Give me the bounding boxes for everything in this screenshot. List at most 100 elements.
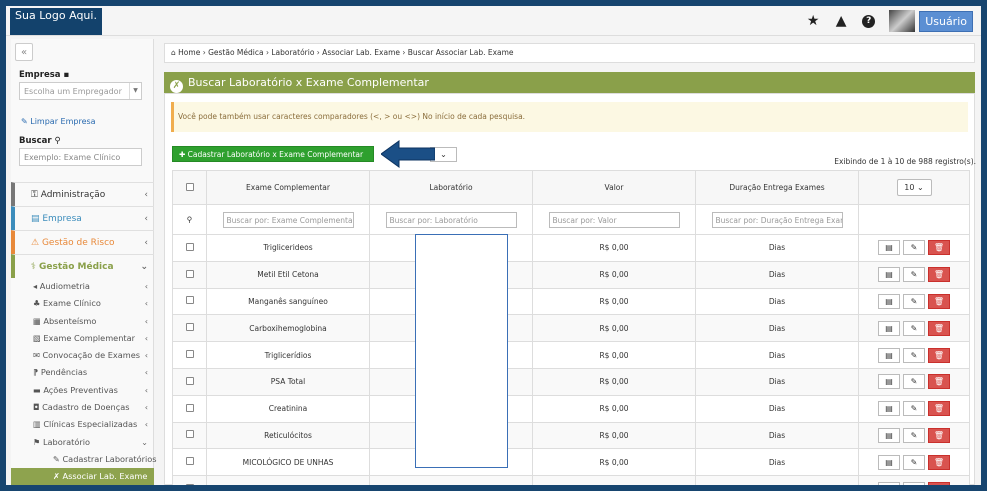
row-checkbox[interactable] [185, 350, 194, 359]
table-row: Cultura para fungosCENTRO CLINICOR$ 0,00… [172, 475, 970, 485]
cell-lab: CENTRO CLINICO [369, 475, 533, 485]
submenu-cadastro-doencas[interactable]: ◘ Cadastro de Doenças ‹ [11, 399, 154, 416]
delete-icon[interactable]: 🗑 [928, 427, 950, 443]
breadcrumb: ⌂ Home › Gestão Médica › Laboratório › A… [164, 43, 975, 63]
delete-icon[interactable]: 🗑 [928, 240, 950, 256]
table-row: Manganês sanguíneo R$ 0,00 Dias ▤ ✎ 🗑 [172, 287, 970, 316]
row-checkbox[interactable] [185, 430, 194, 439]
cell-valor: R$ 0,00 [532, 314, 696, 343]
edit-icon[interactable]: ✎ [903, 240, 925, 256]
filter-exame-input[interactable]: Buscar por: Exame Complementar [222, 211, 354, 228]
delete-icon[interactable]: 🗑 [928, 320, 950, 336]
edit-icon[interactable]: ✎ [903, 267, 925, 283]
row-checkbox[interactable] [185, 403, 194, 412]
view-icon[interactable]: ▤ [878, 347, 900, 363]
panel-body: Você pode também usar caracteres compara… [164, 93, 976, 485]
row-checkbox[interactable] [185, 376, 194, 385]
filter-duracao-input[interactable]: Buscar por: Duração Entrega Exames [711, 211, 843, 228]
submenu-cadastrar-laboratorios[interactable]: ✎ Cadastrar Laboratórios [11, 451, 157, 468]
cell-valor: R$ 0,00 [532, 367, 696, 396]
cell-exame: Reticulócitos [206, 421, 370, 450]
menu-empresa[interactable]: ▤ Empresa ‹ [11, 206, 154, 230]
collapse-sidebar-icon[interactable]: « [15, 43, 33, 61]
edit-icon[interactable]: ✎ [903, 427, 925, 443]
select-all-checkbox[interactable] [172, 170, 207, 205]
submenu-associar-lab-exame[interactable]: ✗ Associar Lab. Exame [11, 467, 154, 485]
filter-laboratorio-input[interactable]: Buscar por: Laboratório [385, 211, 517, 228]
warning-icon[interactable]: ▲ [834, 13, 848, 29]
edit-icon[interactable]: ✎ [903, 374, 925, 390]
filter-valor-input[interactable]: Buscar por: Valor [548, 211, 680, 228]
view-icon[interactable]: ▤ [878, 454, 900, 470]
submenu-audiometria[interactable]: ◂ Audiometria ‹ [11, 278, 154, 295]
menu-gestao-medica[interactable]: ⚕ Gestão Médica ⌄ [11, 254, 154, 278]
submenu-clinicas[interactable]: ▥ Clínicas Especializadas ‹ [11, 416, 154, 433]
table-row: MICOLÓGICO DE UNHAS R$ 0,00 Dias ▤ ✎ 🗑 [172, 448, 970, 477]
row-checkbox[interactable] [185, 242, 194, 251]
buscar-input[interactable]: Exemplo: Exame Clínico [19, 148, 142, 166]
submenu-pendencias[interactable]: ⁋ Pendências ‹ [11, 364, 154, 381]
cell-valor: R$ 0,00 [532, 234, 696, 262]
view-icon[interactable]: ▤ [878, 374, 900, 390]
delete-icon[interactable]: 🗑 [928, 347, 950, 363]
row-checkbox[interactable] [185, 323, 194, 332]
top-bar: Sua Logo Aqui. ★ ▲ ? Usuário [6, 6, 981, 36]
delete-icon[interactable]: 🗑 [928, 293, 950, 309]
view-icon[interactable]: ▤ [878, 401, 900, 417]
add-button[interactable]: ✚ Cadastrar Laboratório x Exame Compleme… [172, 146, 374, 162]
submenu-absenteismo[interactable]: ▦ Absenteísmo ‹ [11, 313, 154, 330]
submenu-acoes-preventivas[interactable]: ▬ Ações Preventivas ‹ [11, 382, 154, 399]
help-icon[interactable]: ? [862, 14, 876, 28]
cell-exame: Cultura para fungos [206, 475, 370, 485]
star-icon[interactable]: ★ [806, 13, 820, 29]
col-header-laboratorio[interactable]: Laboratório [369, 170, 533, 205]
cell-duracao: Dias [695, 287, 859, 316]
edit-icon[interactable]: ✎ [903, 481, 925, 485]
view-icon[interactable]: ▤ [878, 481, 900, 485]
avatar[interactable] [889, 10, 916, 32]
col-header-valor[interactable]: Valor [532, 170, 696, 205]
row-checkbox[interactable] [185, 269, 194, 278]
submenu-convocacao[interactable]: ✉ Convocação de Exames ‹ [11, 347, 154, 364]
col-header-exame[interactable]: Exame Complementar [206, 170, 370, 205]
cell-exame: Manganês sanguíneo [206, 287, 370, 316]
view-icon[interactable]: ▤ [878, 240, 900, 256]
cell-valor: R$ 0,00 [532, 394, 696, 423]
table-row: Metil Etil Cetona R$ 0,00 Dias ▤ ✎ 🗑 [172, 260, 970, 289]
logo: Sua Logo Aqui. [10, 8, 102, 35]
cell-duracao: Dias [695, 448, 859, 477]
delete-icon[interactable]: 🗑 [928, 401, 950, 417]
row-checkbox[interactable] [185, 484, 194, 485]
submenu-exame-clinico[interactable]: ♣ Exame Clínico ‹ [11, 295, 154, 312]
view-icon[interactable]: ▤ [878, 320, 900, 336]
submenu-exame-complementar[interactable]: ▧ Exame Complementar ‹ [11, 330, 154, 347]
edit-icon[interactable]: ✎ [903, 454, 925, 470]
limpar-empresa-link[interactable]: ✎ Limpar Empresa [21, 117, 96, 126]
view-icon[interactable]: ▤ [878, 293, 900, 309]
submenu-laboratorio[interactable]: ⚑ Laboratório ⌄ [11, 434, 154, 451]
delete-icon[interactable]: 🗑 [928, 267, 950, 283]
table-row: Triglicerideos R$ 0,00 Dias ▤ ✎ 🗑 [172, 234, 970, 262]
row-checkbox[interactable] [185, 457, 194, 466]
delete-icon[interactable]: 🗑 [928, 374, 950, 390]
col-header-duracao[interactable]: Duração Entrega Exames [695, 170, 859, 205]
cell-duracao: Dias [695, 421, 859, 450]
delete-icon[interactable]: 🗑 [928, 454, 950, 470]
page-size-select[interactable]: 10 ⌄ [896, 179, 932, 196]
row-checkbox[interactable] [185, 296, 194, 305]
edit-icon[interactable]: ✎ [903, 293, 925, 309]
menu-gestao-risco[interactable]: ⚠ Gestão de Risco ‹ [11, 230, 154, 254]
delete-icon[interactable]: 🗑 [928, 481, 950, 485]
edit-icon[interactable]: ✎ [903, 401, 925, 417]
tools-icon: ✗ [170, 80, 183, 93]
results-table: Exame Complementar Laboratório Valor Dur… [172, 170, 970, 485]
user-button[interactable]: Usuário [919, 10, 973, 32]
app-window: Sua Logo Aqui. ★ ▲ ? Usuário « Empresa ▪… [6, 6, 981, 485]
cell-exame: Triglicerídios [206, 341, 370, 369]
edit-icon[interactable]: ✎ [903, 347, 925, 363]
view-icon[interactable]: ▤ [878, 267, 900, 283]
menu-administracao[interactable]: ⚿ Administração ‹ [11, 182, 154, 206]
empresa-select[interactable]: Escolha um Empregador ▼ [19, 82, 142, 100]
view-icon[interactable]: ▤ [878, 427, 900, 443]
edit-icon[interactable]: ✎ [903, 320, 925, 336]
